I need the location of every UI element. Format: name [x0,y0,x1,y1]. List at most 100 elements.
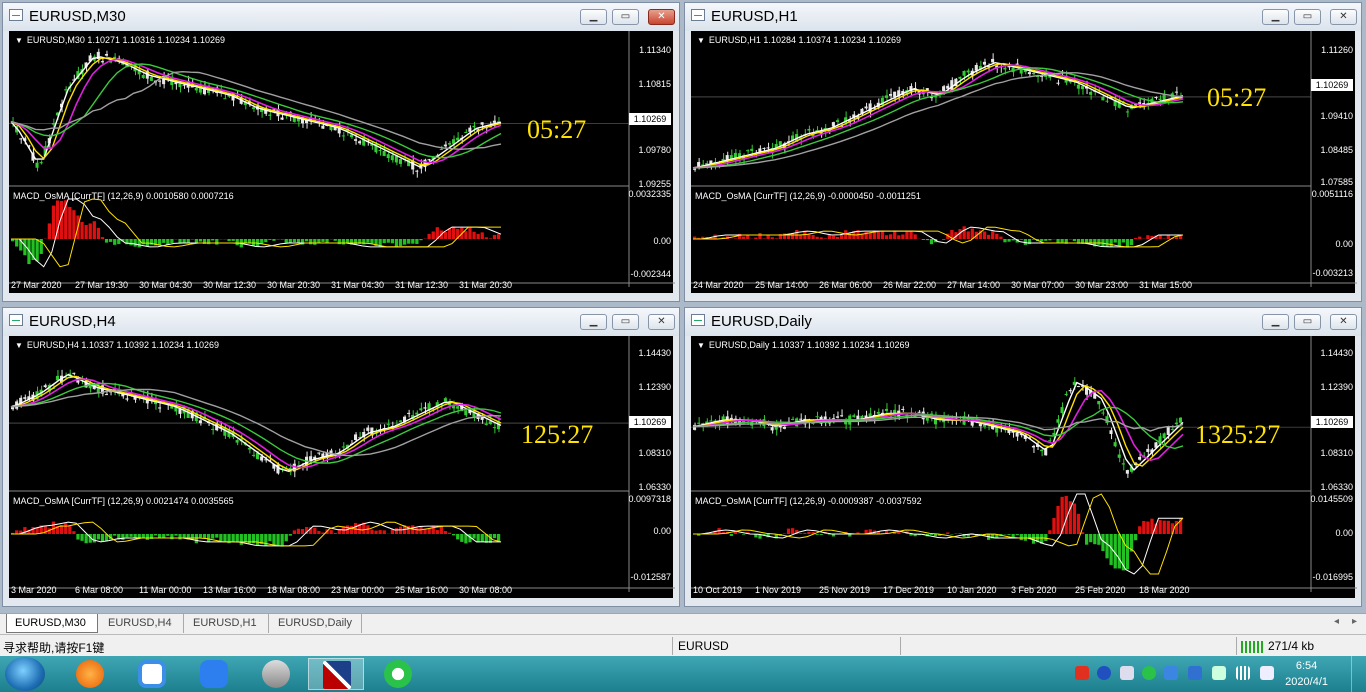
maximize-button[interactable]: ▭ [1294,314,1321,330]
chart-menu-icon[interactable]: ▼ [697,341,705,350]
macd-histogram-bar [182,239,186,243]
macd-histogram-bar [349,525,354,534]
show-desktop-button[interactable] [1351,656,1366,692]
tray-cloud-icon[interactable] [1164,666,1178,680]
tray-network-small-icon[interactable] [1120,666,1134,680]
window-titlebar[interactable]: EURUSD,Daily ▁ ▭ ✕ [685,308,1361,336]
tab-scroll-left-icon[interactable]: ◂ [1334,616,1339,627]
symbol-header: ▼ EURUSD,H1 1.10284 1.10374 1.10234 1.102… [697,35,902,45]
macd-histogram-bar [815,236,819,239]
chart-menu-icon[interactable]: ▼ [15,341,23,350]
tab-eurusd-h4[interactable]: EURUSD,H4 [100,614,184,633]
macd-histogram-bar [382,239,386,244]
macd-histogram-bar [411,239,415,244]
minimize-button[interactable]: ▁ [580,9,607,25]
macd-histogram-bar [296,239,301,243]
candle-body [251,107,255,109]
taskbar-app-tool[interactable] [248,658,304,690]
candle-body [835,416,839,418]
chart-menu-icon[interactable]: ▼ [697,36,705,45]
taskbar-app-gallery[interactable] [124,658,180,690]
macd-histogram-bar [909,230,913,239]
macd-histogram-bar [121,534,125,540]
price-chart[interactable] [691,336,1357,600]
tray-volume-icon[interactable] [1260,666,1274,680]
tab-eurusd-h1[interactable]: EURUSD,H1 [185,614,269,633]
macd-histogram-bar [884,235,889,239]
moving-average-line [692,389,1184,462]
chart-window-m30[interactable]: EURUSD,M30 ▁ ▭ ✕ ▼ EURUSD,M30 1.10271 1.1… [2,2,680,302]
macd-histogram-bar [68,206,72,239]
tray-s-icon[interactable] [1075,666,1089,680]
time-label: 25 Mar 14:00 [755,280,809,290]
taskbar-app-metatrader[interactable] [308,658,364,690]
candle-body [280,117,284,120]
chart-area[interactable]: ▼ EURUSD,H1 1.10284 1.10374 1.10234 1.102… [691,31,1357,295]
price-chart[interactable] [9,336,675,600]
tray-security-icon[interactable] [1212,666,1226,680]
macd-histogram-bar [925,239,930,241]
tab-eurusd-daily[interactable]: EURUSD,Daily [270,614,362,633]
macd-histogram-bar [1162,520,1166,534]
chart-window-h1[interactable]: EURUSD,H1 ▁ ▭ ✕ ▼ EURUSD,H1 1.10284 1.103… [684,2,1362,302]
chart-window-daily[interactable]: EURUSD,Daily ▁ ▭ ✕ ▼ EURUSD,Daily 1.10337… [684,307,1362,607]
close-button[interactable]: ✕ [648,9,675,25]
candle-body [317,452,321,454]
chart-area[interactable]: ▼ EURUSD,H4 1.10337 1.10392 1.10234 1.102… [9,336,675,600]
close-button[interactable]: ✕ [1330,9,1357,25]
price-label: 1.09255 [638,179,671,189]
time-label: 30 Mar 04:30 [139,280,193,290]
macd-histogram-bar [954,533,958,534]
tray-help-icon[interactable] [1097,666,1111,680]
window-titlebar[interactable]: EURUSD,M30 ▁ ▭ ✕ [3,3,679,31]
minimize-button[interactable]: ▁ [1262,314,1289,330]
macd-histogram-bar [811,235,815,239]
start-button-icon[interactable] [5,657,45,691]
candle-body [942,86,946,92]
taskbar-app-wechat[interactable] [370,658,426,690]
chart-menu-icon[interactable]: ▼ [15,36,23,45]
window-title: EURUSD,H4 [29,313,116,330]
close-button[interactable]: ✕ [1330,314,1357,330]
candle-body [1178,417,1182,423]
macd-histogram-bar [1166,520,1170,534]
candle-body [1052,432,1056,435]
macd-histogram-bar [100,237,105,239]
macd-label: 0.0032335 [628,189,671,199]
tray-chat-icon[interactable] [1142,666,1156,680]
window-titlebar[interactable]: EURUSD,H4 ▁ ▭ ✕ [3,308,679,336]
chart-area[interactable]: ▼ EURUSD,M30 1.10271 1.10316 1.10234 1.10… [9,31,675,295]
taskbar-app-browser[interactable] [62,658,118,690]
macd-histogram-bar [1044,239,1048,241]
tab-eurusd-m30[interactable]: EURUSD,M30 [6,614,98,633]
close-button[interactable]: ✕ [648,314,675,330]
candle-body [251,454,255,456]
chart-window-h4[interactable]: EURUSD,H4 ▁ ▭ ✕ ▼ EURUSD,H4 1.10337 1.103… [2,307,680,607]
macd-histogram-bar [162,239,166,243]
taskbar-clock[interactable]: 6:54 2020/4/1 [1285,658,1328,690]
maximize-button[interactable]: ▭ [612,9,639,25]
macd-histogram-bar [1125,239,1130,248]
macd-histogram-bar [133,239,137,247]
candle-body [358,141,362,144]
macd-histogram-bar [742,236,746,239]
macd-histogram-bar [1146,235,1150,239]
maximize-button[interactable]: ▭ [612,314,639,330]
taskbar-app-notes[interactable] [186,658,242,690]
price-chart[interactable] [691,31,1357,295]
macd-histogram-bar [942,239,946,240]
maximize-button[interactable]: ▭ [1294,9,1321,25]
tray-shield-icon[interactable] [1188,666,1202,680]
chart-area[interactable]: ▼ EURUSD,Daily 1.10337 1.10392 1.10234 1.… [691,336,1357,600]
macd-histogram-bar [280,534,284,547]
minimize-button[interactable]: ▁ [580,314,607,330]
price-chart[interactable] [9,31,675,295]
minimize-button[interactable]: ▁ [1262,9,1289,25]
candle-body [386,423,390,425]
candle-body [104,394,108,396]
tab-scroll-right-icon[interactable]: ▸ [1352,616,1357,627]
tray-signal-icon[interactable] [1236,666,1250,680]
candle-body [693,168,697,170]
window-titlebar[interactable]: EURUSD,H1 ▁ ▭ ✕ [685,3,1361,31]
macd-histogram-bar [492,534,497,539]
